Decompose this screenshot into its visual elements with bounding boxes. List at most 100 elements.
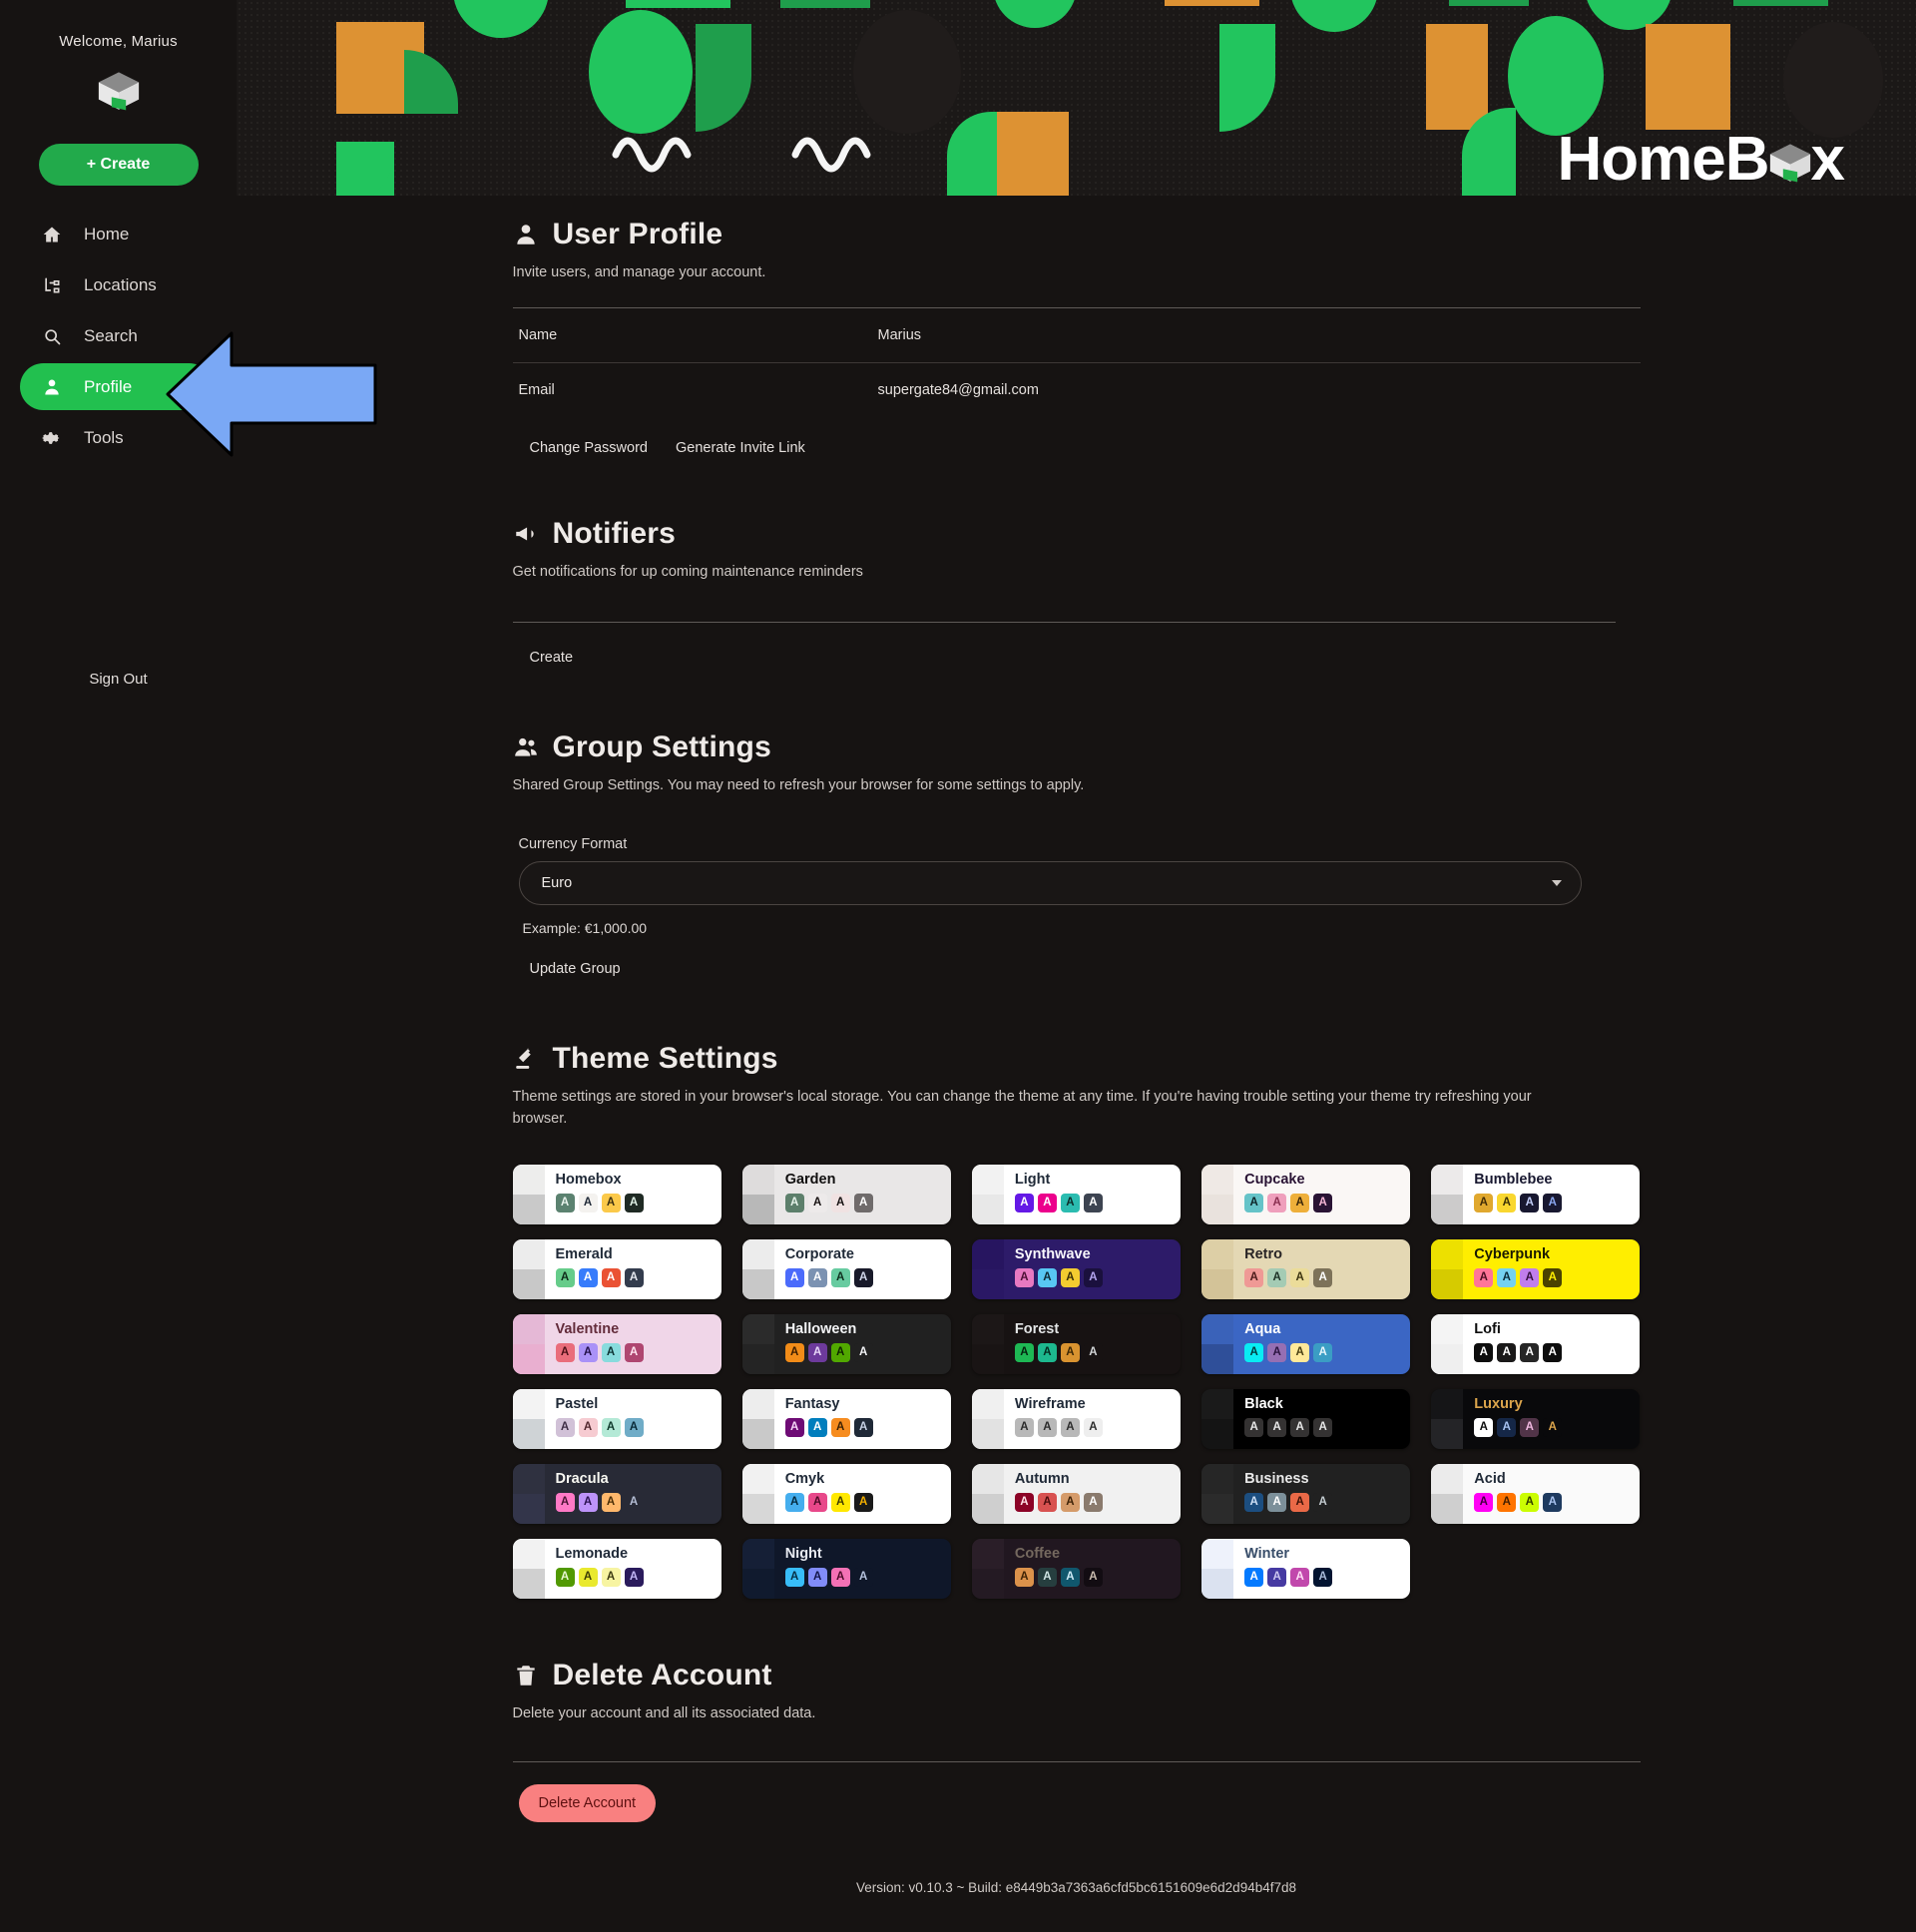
theme-swatch: A: [853, 1493, 873, 1513]
theme-card-autumn[interactable]: Autumn A A A A: [971, 1463, 1182, 1524]
theme-swatch: A: [555, 1493, 575, 1513]
theme-card-aqua[interactable]: Aqua A A A A: [1201, 1313, 1411, 1374]
theme-swatch: A: [1313, 1268, 1333, 1288]
theme-swatch: A: [830, 1343, 850, 1363]
theme-settings-subtitle: Theme settings are stored in your browse…: [512, 1089, 1532, 1127]
theme-card-forest[interactable]: Forest A A A A: [971, 1313, 1182, 1374]
theme-card-business[interactable]: Business A A A A: [1201, 1463, 1411, 1524]
theme-swatch: A: [1290, 1493, 1310, 1513]
welcome-message: Welcome, Marius: [59, 33, 178, 50]
theme-card-strip: [1201, 1164, 1234, 1224]
theme-card-body: Dracula A A A A: [545, 1464, 721, 1524]
theme-card-wireframe[interactable]: Wireframe A A A A: [971, 1388, 1182, 1449]
theme-card-swatches: AAAA: [1244, 1568, 1410, 1588]
theme-swatch: A: [1474, 1418, 1494, 1438]
person-icon: [516, 225, 535, 244]
theme-card-name: Light: [1014, 1171, 1051, 1188]
theme-card-strip: [512, 1164, 545, 1224]
sidebar-item-locations[interactable]: Locations: [20, 261, 213, 308]
theme-swatch: A: [1244, 1268, 1264, 1288]
theme-card-body: Light A A A A: [1004, 1165, 1181, 1224]
row-value: supergate84@gmail.com: [877, 381, 1039, 398]
theme-card-bumblebee[interactable]: Bumblebee A A A A: [1431, 1164, 1641, 1224]
update-group-button[interactable]: Update Group: [519, 952, 632, 986]
theme-swatch: A: [1244, 1418, 1264, 1438]
sidebar-item-label: Home: [84, 224, 130, 243]
theme-card-name: Forest: [1014, 1320, 1060, 1337]
theme-card-name: Valentine: [555, 1320, 620, 1337]
theme-card-strip: [971, 1164, 1004, 1224]
theme-card-dracula[interactable]: Dracula A A A A: [512, 1463, 721, 1524]
theme-card-night[interactable]: Night A A A A: [741, 1538, 951, 1599]
section-title: Delete Account: [552, 1658, 772, 1691]
theme-card-acid[interactable]: Acid A A A A: [1431, 1463, 1641, 1524]
currency-format-select[interactable]: Euro: [518, 861, 1582, 906]
user-profile-section: User Profile Invite users, and manage yo…: [512, 218, 1641, 465]
sidebar-item-label: Tools: [84, 427, 124, 447]
theme-swatch: A: [578, 1568, 598, 1588]
theme-card-swatches: AAAA: [1474, 1268, 1640, 1288]
theme-card-cupcake[interactable]: Cupcake A A A A: [1201, 1164, 1411, 1224]
sidebar: Welcome, Marius + Create Home Locations …: [0, 0, 237, 1932]
theme-swatch: A: [1497, 1493, 1517, 1513]
sidebar-item-label: Locations: [84, 274, 157, 294]
theme-card-lemonade[interactable]: Lemonade A A A A: [512, 1538, 721, 1599]
theme-swatch: A: [1313, 1418, 1333, 1438]
theme-card-name: Homebox: [555, 1171, 622, 1188]
theme-card-swatches: AAAA: [1244, 1268, 1410, 1288]
theme-card-halloween[interactable]: Halloween A A A A: [741, 1313, 951, 1374]
theme-swatch: A: [784, 1493, 804, 1513]
generate-invite-link-button[interactable]: Generate Invite Link: [665, 431, 816, 465]
theme-card-black[interactable]: Black A A A A: [1201, 1388, 1411, 1449]
theme-swatch: A: [1083, 1194, 1103, 1213]
user-profile-heading: User Profile: [513, 218, 1641, 251]
theme-card-garden[interactable]: Garden A A A A: [741, 1164, 951, 1224]
row-value: Marius: [871, 307, 1641, 363]
create-notifier-button[interactable]: Create: [519, 641, 585, 675]
theme-swatch: A: [830, 1194, 850, 1213]
theme-card-cmyk[interactable]: Cmyk A A A A: [741, 1463, 951, 1524]
theme-card-body: Forest A A A A: [1004, 1314, 1181, 1374]
theme-swatch: A: [1520, 1343, 1540, 1363]
theme-card-coffee[interactable]: Coffee A A A A: [971, 1538, 1182, 1599]
theme-card-winter[interactable]: Winter A A A A: [1201, 1538, 1411, 1599]
theme-swatch: A: [624, 1418, 644, 1438]
page-title: User Profile: [552, 218, 723, 250]
theme-card-name: Lemonade: [555, 1545, 629, 1562]
theme-swatch: A: [1520, 1194, 1540, 1213]
theme-card-pastel[interactable]: Pastel A A A A: [512, 1388, 721, 1449]
theme-swatch: A: [1060, 1418, 1080, 1438]
theme-swatch: A: [1313, 1194, 1333, 1213]
theme-card-cyberpunk[interactable]: Cyberpunk A A A A: [1431, 1238, 1641, 1299]
sign-out-button[interactable]: Sign Out: [0, 671, 237, 688]
theme-swatch: A: [1543, 1493, 1563, 1513]
theme-card-swatches: AAAA: [1014, 1268, 1181, 1288]
theme-card-name: Wireframe: [1014, 1395, 1086, 1412]
change-password-button[interactable]: Change Password: [519, 431, 660, 465]
theme-card-emerald[interactable]: Emerald A A A A: [512, 1238, 721, 1299]
theme-card-valentine[interactable]: Valentine A A A A: [512, 1313, 721, 1374]
sidebar-item-home[interactable]: Home: [20, 211, 213, 257]
theme-card-lofi[interactable]: Lofi A A A A: [1431, 1313, 1641, 1374]
theme-card-strip: [512, 1313, 545, 1374]
theme-card-swatches: AAAA: [1474, 1194, 1640, 1213]
theme-card-body: Cupcake A A A A: [1233, 1165, 1410, 1224]
theme-settings-heading: Theme Settings: [513, 1042, 1641, 1076]
theme-swatch: A: [807, 1568, 827, 1588]
theme-card-synthwave[interactable]: Synthwave A A A A: [971, 1238, 1182, 1299]
theme-card-fantasy[interactable]: Fantasy A A A A: [741, 1388, 951, 1449]
theme-card-strip: [512, 1538, 545, 1599]
theme-card-luxury[interactable]: Luxury A A A A: [1431, 1388, 1641, 1449]
theme-card-light[interactable]: Light A A A A: [971, 1164, 1182, 1224]
theme-card-body: Bumblebee A A A A: [1463, 1165, 1640, 1224]
currency-format-label: Currency Format: [518, 836, 628, 853]
theme-swatch: A: [1543, 1268, 1563, 1288]
theme-card-retro[interactable]: Retro A A A A: [1201, 1238, 1411, 1299]
theme-swatch: A: [555, 1418, 575, 1438]
delete-account-button[interactable]: Delete Account: [518, 1783, 657, 1822]
theme-card-strip: [741, 1164, 774, 1224]
theme-card-corporate[interactable]: Corporate A A A A: [741, 1238, 951, 1299]
create-button[interactable]: + Create: [38, 144, 199, 186]
theme-card-homebox[interactable]: Homebox A A A A: [512, 1164, 721, 1224]
theme-swatch: A: [624, 1568, 644, 1588]
